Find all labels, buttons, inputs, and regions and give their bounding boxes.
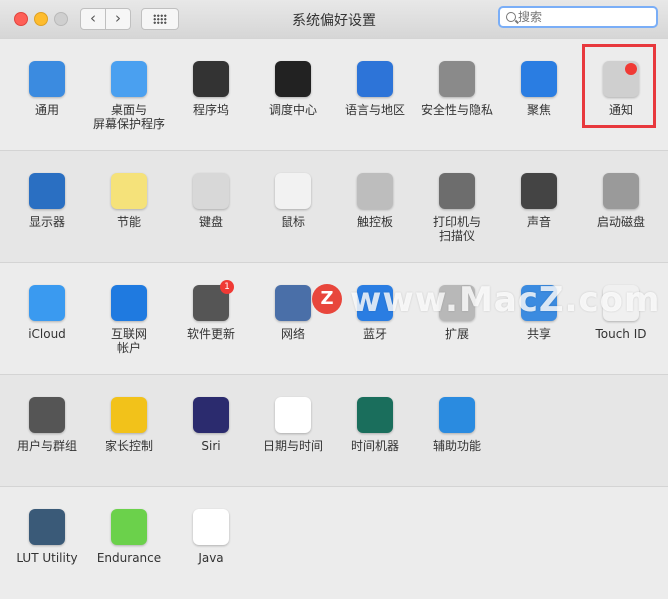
software-update-icon: 1 bbox=[193, 280, 234, 321]
pref-pane-language-region[interactable]: 语言与地区 bbox=[334, 61, 416, 117]
pref-pane-label: 显示器 bbox=[28, 215, 65, 229]
pref-pane-parental-controls[interactable]: 家长控制 bbox=[88, 397, 170, 453]
language-region-icon bbox=[357, 61, 393, 97]
displays-icon bbox=[29, 173, 65, 209]
spotlight-icon bbox=[521, 61, 557, 97]
general-icon bbox=[29, 61, 65, 97]
pref-pane-general[interactable]: 通用 bbox=[6, 61, 88, 117]
pref-pane-spotlight[interactable]: 聚焦 bbox=[498, 61, 580, 117]
pref-pane-dock[interactable]: 程序坞 bbox=[170, 61, 252, 117]
security-privacy-icon bbox=[439, 61, 475, 97]
pref-pane-label: 程序坞 bbox=[192, 103, 229, 117]
pref-pane-trackpad[interactable]: 触控板 bbox=[334, 173, 416, 229]
java-icon bbox=[193, 509, 229, 545]
pref-pane-software-update[interactable]: 1 软件更新 bbox=[170, 280, 252, 341]
pref-pane-security-privacy[interactable]: 安全性与隐私 bbox=[416, 61, 498, 117]
startup-disk-icon bbox=[603, 173, 639, 209]
pref-pane-energy-saver[interactable]: 节能 bbox=[88, 173, 170, 229]
pref-pane-keyboard[interactable]: 键盘 bbox=[170, 173, 252, 229]
parental-controls-icon bbox=[111, 397, 147, 433]
pref-pane-label: 触控板 bbox=[356, 215, 393, 229]
mission-control-icon bbox=[275, 61, 311, 97]
desktop-screensaver-icon bbox=[111, 61, 147, 97]
preference-row: LUT Utility Endurance Java bbox=[0, 486, 668, 599]
mouse-icon bbox=[275, 173, 311, 209]
watermark-badge: Z bbox=[312, 284, 342, 314]
pref-pane-label: Endurance bbox=[96, 551, 162, 565]
update-count-badge: 1 bbox=[220, 280, 234, 294]
search-icon bbox=[506, 12, 516, 22]
pref-pane-java[interactable]: Java bbox=[170, 509, 252, 565]
pref-pane-endurance[interactable]: Endurance bbox=[88, 509, 170, 565]
preference-row: 显示器 节能 键盘 鼠标 触控板 打印机与 扫描仪 声音 启动磁盘 bbox=[0, 150, 668, 263]
users-groups-icon bbox=[29, 397, 65, 433]
pref-pane-label: 调度中心 bbox=[268, 103, 317, 117]
pref-pane-mission-control[interactable]: 调度中心 bbox=[252, 61, 334, 117]
pref-pane-displays[interactable]: 显示器 bbox=[6, 173, 88, 229]
pref-pane-lut-utility[interactable]: LUT Utility bbox=[6, 509, 88, 565]
pref-pane-date-time[interactable]: 日期与时间 bbox=[252, 397, 334, 453]
pref-pane-label: 辅助功能 bbox=[432, 439, 481, 453]
printer-scanner-icon bbox=[439, 173, 475, 209]
pref-pane-label: 扩展 bbox=[444, 327, 469, 341]
pref-pane-users-groups[interactable]: 用户与群组 bbox=[6, 397, 88, 453]
search-field[interactable] bbox=[498, 6, 658, 28]
search-input[interactable] bbox=[518, 9, 652, 25]
lut-utility-icon bbox=[29, 509, 65, 545]
sound-icon bbox=[521, 173, 557, 209]
pref-pane-label: 用户与群组 bbox=[16, 439, 77, 453]
pref-pane-label: 日期与时间 bbox=[262, 439, 323, 453]
pref-pane-label: 鼠标 bbox=[280, 215, 305, 229]
watermark: www.MacZ.com bbox=[350, 280, 661, 320]
pref-pane-accessibility[interactable]: 辅助功能 bbox=[416, 397, 498, 453]
internet-accounts-icon bbox=[111, 285, 147, 321]
pref-pane-label: 安全性与隐私 bbox=[420, 103, 493, 117]
endurance-icon bbox=[111, 509, 147, 545]
network-icon bbox=[275, 285, 311, 321]
pref-pane-label: 启动磁盘 bbox=[596, 215, 645, 229]
pref-pane-label: LUT Utility bbox=[16, 551, 78, 565]
pref-pane-label: iCloud bbox=[28, 327, 66, 341]
pref-pane-label: 蓝牙 bbox=[362, 327, 387, 341]
preference-row: 用户与群组 家长控制 Siri 日期与时间 时间机器 辅助功能 bbox=[0, 374, 668, 487]
pref-pane-label: 家长控制 bbox=[104, 439, 153, 453]
icloud-icon bbox=[29, 285, 65, 321]
pref-pane-label: 互联网 帐户 bbox=[110, 327, 147, 355]
pref-pane-label: 桌面与 屏幕保护程序 bbox=[92, 103, 165, 131]
pref-pane-label: 网络 bbox=[280, 327, 305, 341]
pref-pane-label: 通用 bbox=[34, 103, 59, 117]
pref-pane-desktop-screensaver[interactable]: 桌面与 屏幕保护程序 bbox=[88, 61, 170, 131]
pref-pane-mouse[interactable]: 鼠标 bbox=[252, 173, 334, 229]
pref-pane-startup-disk[interactable]: 启动磁盘 bbox=[580, 173, 662, 229]
pref-pane-label: Siri bbox=[201, 439, 221, 453]
pref-pane-label: 键盘 bbox=[198, 215, 223, 229]
pref-pane-label: 聚焦 bbox=[526, 103, 551, 117]
pref-pane-label: 时间机器 bbox=[350, 439, 399, 453]
dock-icon bbox=[193, 61, 229, 97]
pref-pane-printer-scanner[interactable]: 打印机与 扫描仪 bbox=[416, 173, 498, 243]
pref-pane-time-machine[interactable]: 时间机器 bbox=[334, 397, 416, 453]
pref-pane-sound[interactable]: 声音 bbox=[498, 173, 580, 229]
date-time-icon bbox=[275, 397, 311, 433]
pref-pane-label: 语言与地区 bbox=[344, 103, 405, 117]
pref-pane-label: 软件更新 bbox=[186, 327, 235, 341]
accessibility-icon bbox=[439, 397, 475, 433]
pref-pane-label: Touch ID bbox=[595, 327, 647, 341]
keyboard-icon bbox=[193, 173, 229, 209]
time-machine-icon bbox=[357, 397, 393, 433]
pref-pane-label: 打印机与 扫描仪 bbox=[432, 215, 481, 243]
pref-pane-label: 共享 bbox=[526, 327, 551, 341]
pref-pane-label: 声音 bbox=[526, 215, 551, 229]
highlight-box bbox=[582, 44, 656, 128]
trackpad-icon bbox=[357, 173, 393, 209]
pref-pane-label: 节能 bbox=[116, 215, 141, 229]
pref-pane-icloud[interactable]: iCloud bbox=[6, 285, 88, 341]
pref-pane-label: Java bbox=[198, 551, 224, 565]
energy-saver-icon bbox=[111, 173, 147, 209]
pref-pane-internet-accounts[interactable]: 互联网 帐户 bbox=[88, 285, 170, 355]
preference-row: 通用 桌面与 屏幕保护程序 程序坞 调度中心 语言与地区 安全性与隐私 聚焦 通知 bbox=[0, 38, 668, 151]
siri-icon bbox=[193, 397, 229, 433]
title-bar: ‹ › 系统偏好设置 bbox=[0, 0, 668, 39]
pref-pane-siri[interactable]: Siri bbox=[170, 397, 252, 453]
